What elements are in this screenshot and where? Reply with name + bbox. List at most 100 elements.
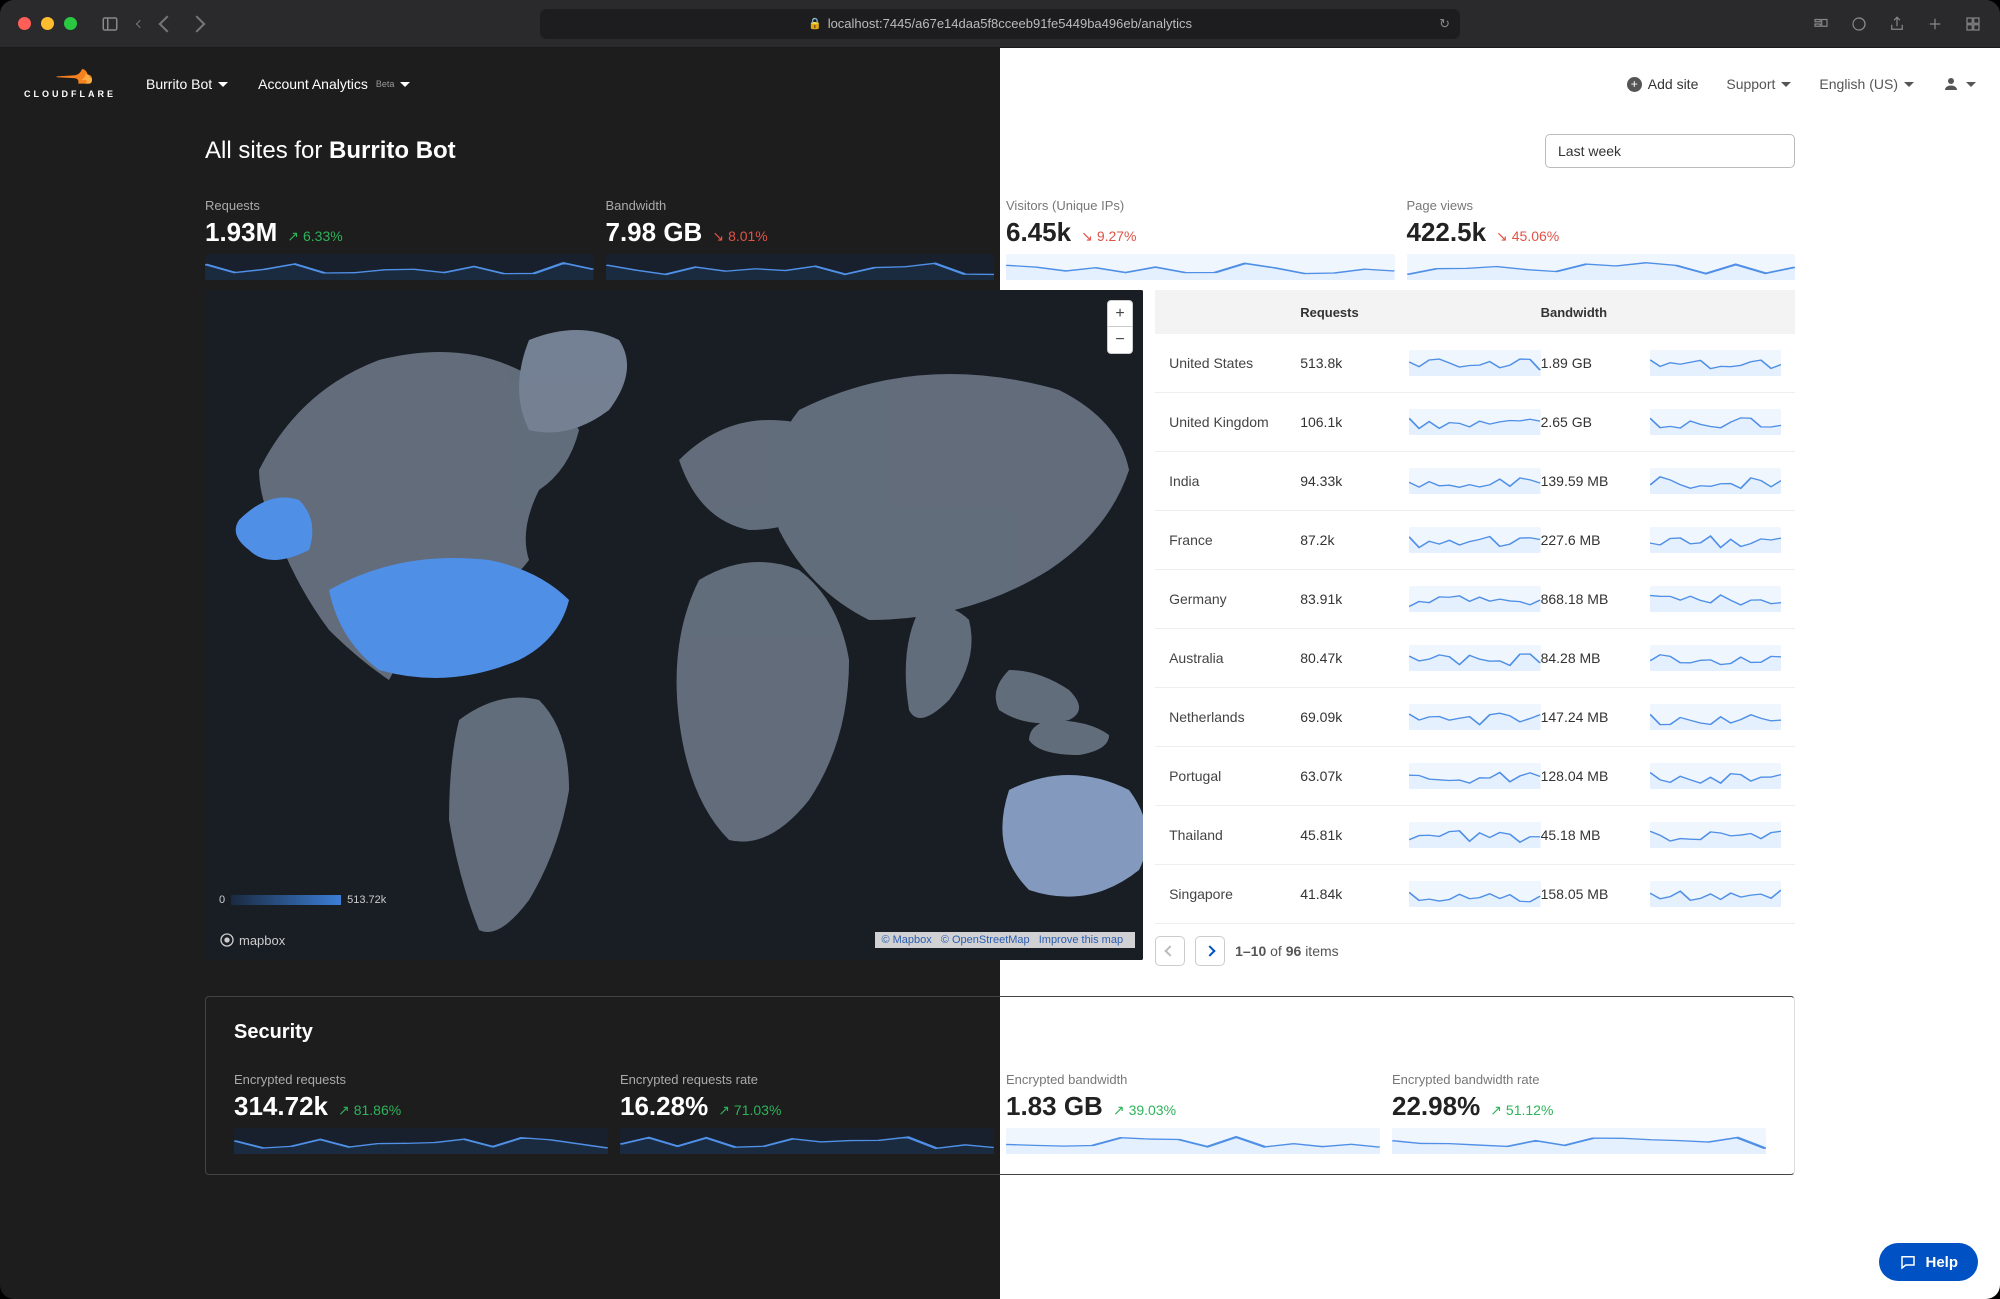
- caret-down-icon: [1781, 82, 1791, 87]
- requests-cell: 69.09k: [1300, 709, 1409, 725]
- requests-cell: 45.81k: [1300, 827, 1409, 843]
- beta-badge: Beta: [376, 79, 395, 89]
- table-row[interactable]: United States 513.8k 1.89 GB: [1155, 334, 1795, 393]
- table-row[interactable]: Netherlands 69.09k 147.24 MB: [1155, 688, 1795, 747]
- kpi-label: Page views: [1407, 198, 1796, 213]
- titlebar: 🔒 localhost:7445/a67e14daa5f8cceeb91fe54…: [0, 0, 2000, 48]
- close-window-icon[interactable]: [18, 17, 31, 30]
- kpi-card: Encrypted bandwidth 1.83 GB 39.03%: [1006, 1072, 1380, 1154]
- bandwidth-sparkline: [1650, 350, 1781, 376]
- caret-down-icon: [400, 82, 410, 87]
- table-row[interactable]: Thailand 45.81k 45.18 MB: [1155, 806, 1795, 865]
- map-attribution: © Mapbox © OpenStreetMap Improve this ma…: [875, 932, 1135, 948]
- osm-link[interactable]: © OpenStreetMap: [941, 934, 1030, 946]
- zoom-out-button[interactable]: −: [1108, 327, 1132, 353]
- shield-icon[interactable]: [1850, 15, 1868, 33]
- table-row[interactable]: Singapore 41.84k 158.05 MB: [1155, 865, 1795, 924]
- zoom-in-button[interactable]: +: [1108, 301, 1132, 327]
- requests-sparkline: [1409, 645, 1540, 671]
- account-analytics-dropdown[interactable]: Account Analytics Beta: [258, 76, 410, 92]
- table-row[interactable]: Portugal 63.07k 128.04 MB: [1155, 747, 1795, 806]
- requests-sparkline: [1409, 586, 1540, 612]
- bandwidth-sparkline: [1650, 881, 1781, 907]
- security-title: Security: [234, 1021, 1766, 1044]
- window-controls: [18, 17, 77, 30]
- kpi-card: Visitors (Unique IPs) 6.45k 9.27%: [1006, 198, 1395, 280]
- requests-cell: 513.8k: [1300, 355, 1409, 371]
- bandwidth-sparkline: [1650, 704, 1781, 730]
- requests-cell: 63.07k: [1300, 768, 1409, 784]
- country-cell: France: [1169, 532, 1300, 548]
- share-icon[interactable]: [1888, 15, 1906, 33]
- back-button[interactable]: [159, 15, 176, 32]
- table-row[interactable]: Australia 80.47k 84.28 MB: [1155, 629, 1795, 688]
- map-zoom: + −: [1107, 300, 1133, 354]
- support-dropdown[interactable]: Support: [1726, 76, 1791, 92]
- cloudflare-logo[interactable]: CLOUDFLARE: [24, 69, 116, 99]
- sparkline: [1392, 1128, 1766, 1154]
- kpi-value: 1.93M: [205, 217, 277, 248]
- requests-cell: 83.91k: [1300, 591, 1409, 607]
- account-menu[interactable]: [1942, 75, 1976, 93]
- requests-sparkline: [1409, 468, 1540, 494]
- table-row[interactable]: United Kingdom 106.1k 2.65 GB: [1155, 393, 1795, 452]
- bandwidth-cell: 84.28 MB: [1541, 650, 1650, 666]
- requests-sparkline: [1409, 822, 1540, 848]
- plus-circle-icon: +: [1627, 77, 1642, 92]
- sparkline: [234, 1128, 608, 1154]
- kpi-card: Encrypted requests rate 16.28% 71.03%: [620, 1072, 994, 1154]
- bandwidth-cell: 2.65 GB: [1541, 414, 1650, 430]
- toolbar-right: [1812, 15, 1982, 33]
- kpi-card: Page views 422.5k 45.06%: [1407, 198, 1796, 280]
- refresh-icon[interactable]: ↻: [1439, 16, 1450, 32]
- site-selector[interactable]: Burrito Bot: [146, 76, 228, 92]
- reader-icon[interactable]: [1812, 15, 1830, 33]
- map-legend: 0 513.72k: [219, 894, 386, 906]
- pager-next-button[interactable]: [1195, 936, 1225, 966]
- col-bandwidth: Bandwidth: [1541, 305, 1650, 320]
- kpi-value: 6.45k: [1006, 217, 1071, 248]
- bandwidth-sparkline: [1650, 409, 1781, 435]
- tabs-icon[interactable]: [1964, 15, 1982, 33]
- time-range-select[interactable]: Last week: [1545, 134, 1795, 168]
- table-row[interactable]: Germany 83.91k 868.18 MB: [1155, 570, 1795, 629]
- kpi-card: Bandwidth 7.98 GB 8.01%: [606, 198, 995, 280]
- pager-text: 1–10 of 96 items: [1235, 943, 1339, 959]
- table-row[interactable]: France 87.2k 227.6 MB: [1155, 511, 1795, 570]
- bandwidth-cell: 128.04 MB: [1541, 768, 1650, 784]
- page-title: All sites for Burrito Bot: [205, 137, 456, 165]
- dropdown-caret-icon[interactable]: [136, 19, 144, 27]
- pager-prev-button[interactable]: [1155, 936, 1185, 966]
- country-cell: United States: [1169, 355, 1300, 371]
- caret-down-icon: [1904, 82, 1914, 87]
- country-cell: Thailand: [1169, 827, 1300, 843]
- requests-cell: 106.1k: [1300, 414, 1409, 430]
- improve-map-link[interactable]: Improve this map: [1039, 934, 1123, 946]
- kpi-row: Requests 1.93M 6.33% Bandwidth 7.98 GB 8…: [205, 198, 1795, 280]
- table-row[interactable]: India 94.33k 139.59 MB: [1155, 452, 1795, 511]
- requests-sparkline: [1409, 881, 1540, 907]
- address-bar[interactable]: 🔒 localhost:7445/a67e14daa5f8cceeb91fe54…: [540, 9, 1460, 39]
- logo-text: CLOUDFLARE: [24, 89, 116, 99]
- mapbox-link[interactable]: © Mapbox: [881, 934, 931, 946]
- kpi-delta: 81.86%: [338, 1102, 401, 1119]
- bandwidth-sparkline: [1650, 527, 1781, 553]
- kpi-value: 1.83 GB: [1006, 1091, 1103, 1122]
- sparkline: [205, 254, 594, 280]
- sidebar-icon[interactable]: [101, 15, 119, 33]
- lock-icon: 🔒: [808, 17, 822, 30]
- bandwidth-sparkline: [1650, 763, 1781, 789]
- new-tab-icon[interactable]: [1926, 15, 1944, 33]
- kpi-label: Visitors (Unique IPs): [1006, 198, 1395, 213]
- help-fab[interactable]: Help: [1879, 1243, 1978, 1281]
- kpi-label: Encrypted bandwidth rate: [1392, 1072, 1766, 1087]
- mapbox-logo[interactable]: mapbox: [219, 932, 285, 948]
- kpi-card: Requests 1.93M 6.33%: [205, 198, 594, 280]
- forward-button[interactable]: [189, 15, 206, 32]
- minimize-window-icon[interactable]: [41, 17, 54, 30]
- world-map[interactable]: + − 0 513.72k mapbox ©: [205, 290, 1143, 960]
- requests-cell: 41.84k: [1300, 886, 1409, 902]
- maximize-window-icon[interactable]: [64, 17, 77, 30]
- add-site-button[interactable]: + Add site: [1627, 76, 1699, 92]
- language-dropdown[interactable]: English (US): [1819, 76, 1914, 92]
